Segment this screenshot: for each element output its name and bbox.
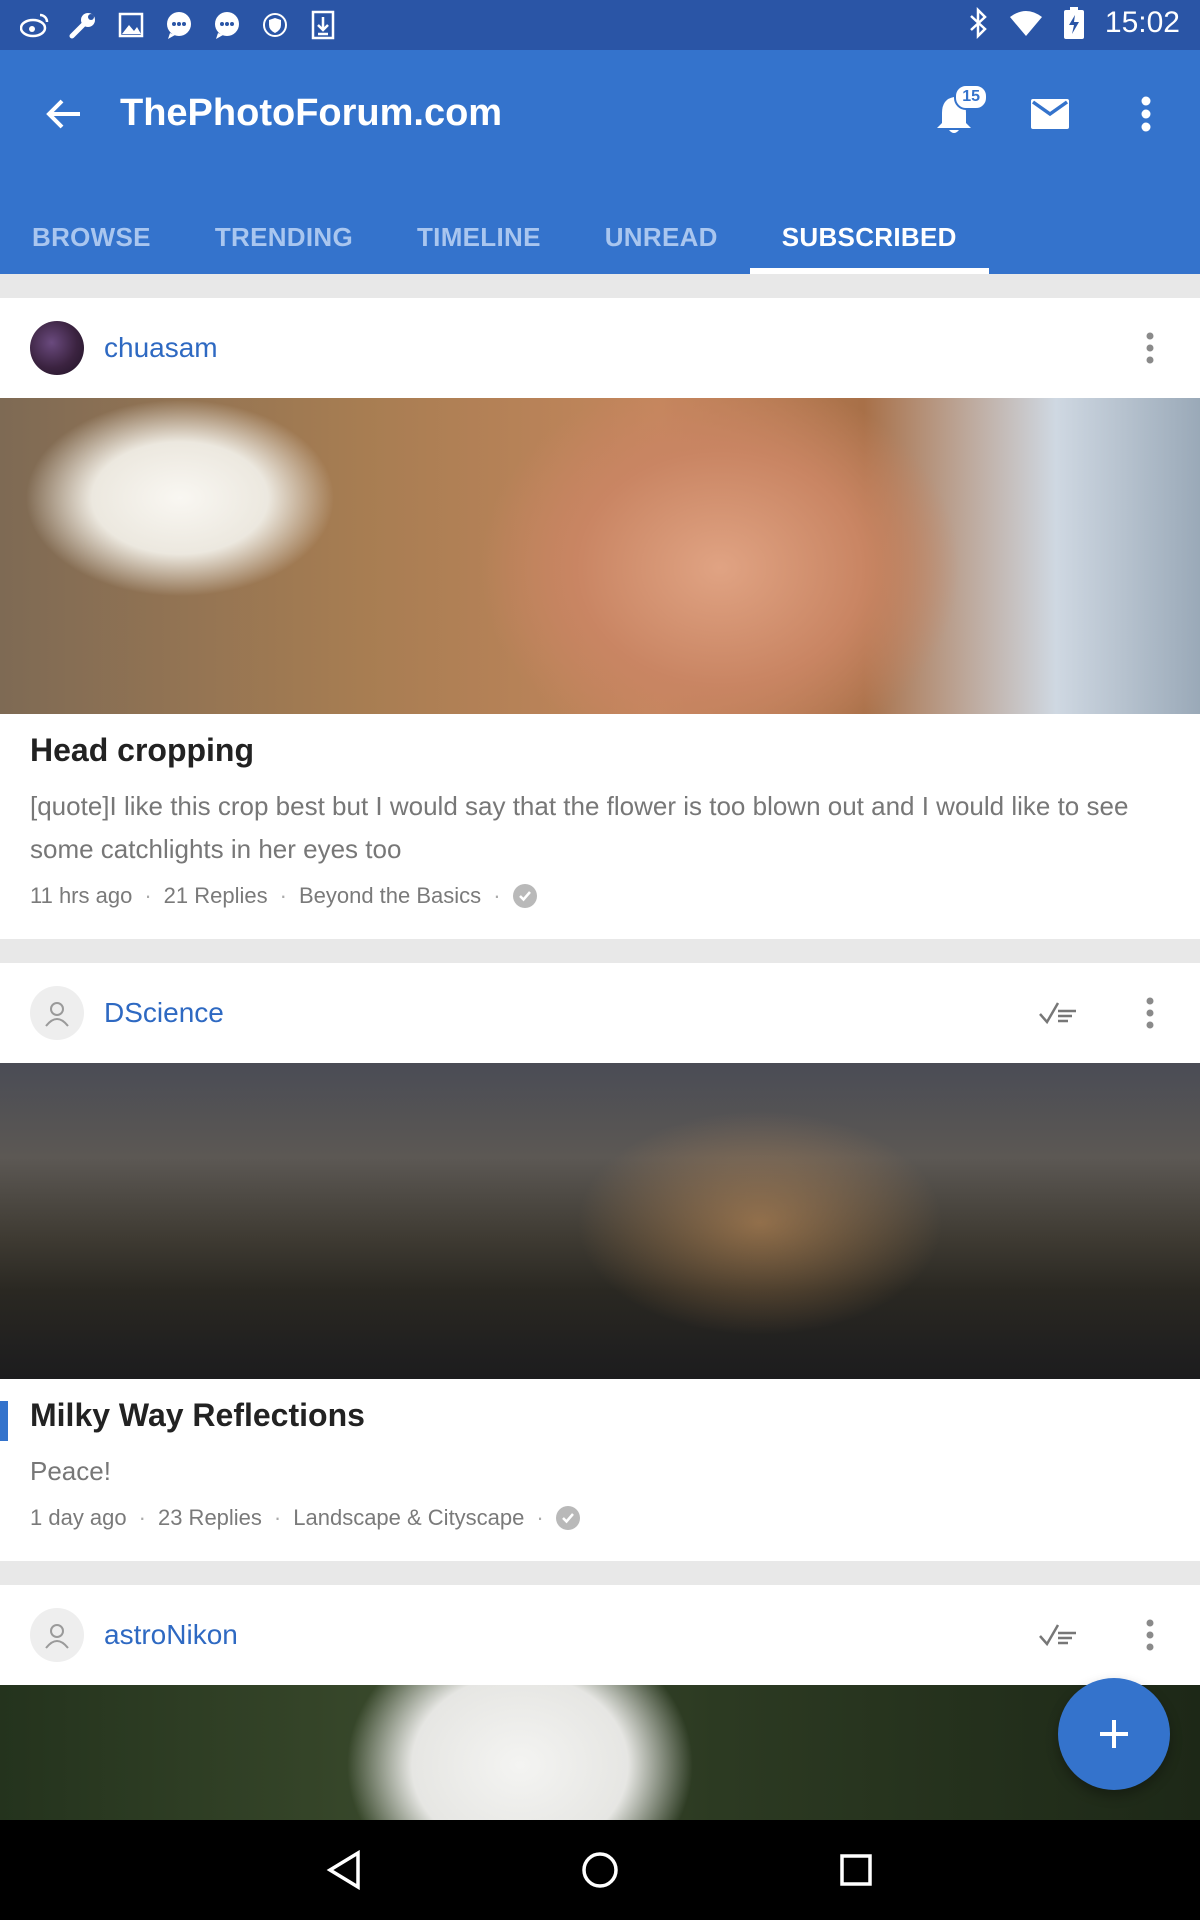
thread-replies: 23 Replies: [157, 1505, 262, 1530]
tab-browse[interactable]: BROWSE: [0, 200, 183, 274]
more-vert-icon: [1146, 1619, 1154, 1651]
tab-unread[interactable]: UNREAD: [573, 200, 750, 274]
status-bar: 15:02: [0, 0, 1200, 50]
download-icon: [306, 8, 340, 42]
thread-card-actions: [1032, 987, 1176, 1039]
thread-snippet: Peace!: [30, 1456, 111, 1486]
new-thread-fab[interactable]: [1058, 1678, 1170, 1790]
avatar[interactable]: [30, 321, 84, 375]
separator-dot: ·: [493, 883, 501, 908]
more-vert-icon: [1146, 997, 1154, 1029]
status-system-icons: 15:02: [961, 6, 1180, 40]
square-recents-icon: [840, 1854, 872, 1886]
unread-indicator: [0, 1401, 8, 1441]
nav-recents-button[interactable]: [828, 1842, 884, 1898]
thread-card[interactable]: DScience Milky Way Reflections Peace! 1 …: [0, 963, 1200, 1561]
thread-image[interactable]: [0, 398, 1200, 714]
read-check-icon: [512, 884, 537, 908]
thread-image[interactable]: [0, 1685, 1200, 1825]
tab-timeline[interactable]: TIMELINE: [385, 200, 573, 274]
shield-icon: [258, 8, 292, 42]
mark-read-button[interactable]: [1032, 987, 1084, 1039]
tab-subscribed[interactable]: SUBSCRIBED: [749, 200, 989, 274]
wrench-icon: [66, 8, 100, 42]
weibo-icon: [18, 8, 52, 42]
author-username[interactable]: chuasam: [104, 332, 218, 364]
page-title: ThePhotoForum.com: [120, 92, 503, 134]
separator-dot: ·: [138, 1505, 146, 1530]
more-vert-icon: [1141, 96, 1151, 132]
battery-charging-icon: [1057, 6, 1091, 40]
back-button[interactable]: [40, 90, 88, 138]
separator-dot: ·: [144, 883, 152, 908]
avatar[interactable]: [30, 986, 84, 1040]
person-icon: [45, 1002, 69, 1027]
thread-forum[interactable]: Landscape & Cityscape: [293, 1505, 524, 1531]
thread-card-body: Head cropping [quote]I like this crop be…: [0, 714, 1200, 939]
thread-meta: 11 hrs ago · 21 Replies · Beyond the Bas…: [30, 883, 1170, 909]
avatar[interactable]: [30, 1608, 84, 1662]
thread-feed: chuasam Head cropping [quote]I like this…: [0, 274, 1200, 1825]
app-bar: ThePhotoForum.com 15 BROWSE TRENDING TIM…: [0, 50, 1200, 274]
tab-bar: BROWSE TRENDING TIMELINE UNREAD SUBSCRIB…: [0, 200, 989, 274]
notification-count-badge: 15: [954, 84, 988, 110]
chat-icon: [210, 8, 244, 42]
mark-read-icon: [1039, 1624, 1076, 1647]
separator-dot: ·: [273, 1505, 282, 1530]
app-bar-actions: 15: [926, 84, 1174, 142]
circle-home-icon: [582, 1852, 618, 1888]
status-notification-icons: [18, 8, 340, 42]
thread-card-actions: [1032, 1609, 1176, 1661]
author-username[interactable]: DScience: [104, 997, 224, 1029]
thread-card-header: chuasam: [0, 298, 1200, 398]
thread-card-header: astroNikon: [0, 1585, 1200, 1685]
thread-card[interactable]: chuasam Head cropping [quote]I like this…: [0, 298, 1200, 939]
image-icon: [114, 8, 148, 42]
thread-card-actions: [1124, 322, 1176, 374]
bluetooth-icon: [961, 6, 995, 40]
more-vert-icon: [1146, 332, 1154, 364]
arrow-back-icon: [46, 99, 80, 129]
chat-icon: [162, 8, 196, 42]
system-nav-bar: [0, 1820, 1200, 1920]
thread-card-body: Milky Way Reflections Peace! 1 day ago ·…: [0, 1379, 1200, 1561]
thread-image[interactable]: [0, 1063, 1200, 1379]
person-icon: [45, 1624, 69, 1649]
clock: 15:02: [1104, 6, 1180, 39]
read-check-icon: [555, 1506, 580, 1530]
nav-home-button[interactable]: [572, 1842, 628, 1898]
thread-title[interactable]: Milky Way Reflections: [30, 1397, 1170, 1434]
overflow-menu-button[interactable]: [1118, 86, 1174, 142]
thread-replies: 21 Replies: [163, 883, 268, 908]
author-username[interactable]: astroNikon: [104, 1619, 238, 1651]
thread-menu-button[interactable]: [1124, 1609, 1176, 1661]
thread-meta: 1 day ago · 23 Replies · Landscape & Cit…: [30, 1505, 1170, 1531]
thread-forum[interactable]: Beyond the Basics: [299, 883, 481, 909]
mark-read-icon: [1039, 1002, 1076, 1025]
mark-read-button[interactable]: [1032, 1609, 1084, 1661]
thread-card[interactable]: astroNikon: [0, 1585, 1200, 1825]
messages-button[interactable]: [1022, 86, 1078, 142]
thread-time: 1 day ago: [30, 1505, 127, 1530]
tab-trending[interactable]: TRENDING: [183, 200, 385, 274]
thread-title[interactable]: Head cropping: [30, 732, 1170, 769]
mail-icon: [1031, 99, 1069, 129]
wifi-icon: [1009, 6, 1043, 40]
triangle-back-icon: [326, 1850, 360, 1890]
thread-snippet: [quote]I like this crop best but I would…: [30, 791, 1129, 864]
thread-menu-button[interactable]: [1124, 987, 1176, 1039]
separator-dot: ·: [279, 883, 287, 908]
thread-time: 11 hrs ago: [30, 883, 133, 908]
thread-menu-button[interactable]: [1124, 322, 1176, 374]
nav-back-button[interactable]: [316, 1842, 372, 1898]
thread-card-header: DScience: [0, 963, 1200, 1063]
plus-icon: [1100, 1720, 1128, 1748]
notifications-button[interactable]: 15: [926, 84, 988, 142]
separator-dot: ·: [536, 1505, 544, 1530]
